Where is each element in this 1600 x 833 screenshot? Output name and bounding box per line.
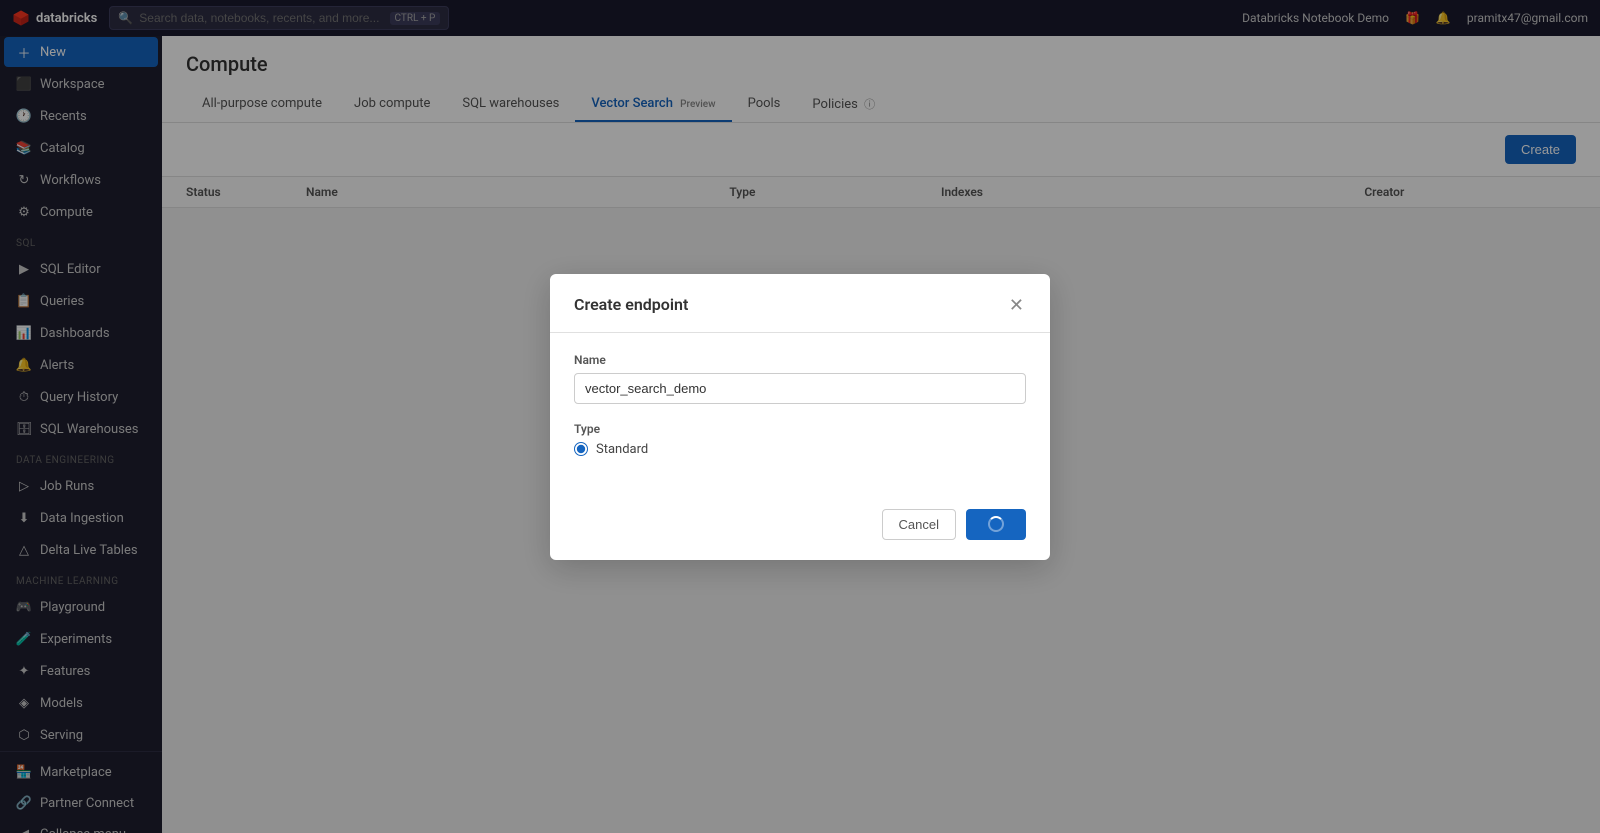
create-endpoint-modal: Create endpoint ✕ Name Type Standard Can… bbox=[550, 274, 1050, 560]
cancel-button[interactable]: Cancel bbox=[882, 509, 956, 540]
modal-body: Name Type Standard bbox=[550, 333, 1050, 495]
modal-header: Create endpoint ✕ bbox=[550, 274, 1050, 333]
modal-close-button[interactable]: ✕ bbox=[1007, 294, 1026, 316]
radio-standard[interactable] bbox=[574, 442, 588, 456]
modal-overlay[interactable]: Create endpoint ✕ Name Type Standard Can… bbox=[0, 0, 1600, 833]
modal-footer: Cancel bbox=[550, 495, 1050, 560]
submit-spinner bbox=[988, 516, 1004, 532]
name-label: Name bbox=[574, 353, 1026, 367]
radio-standard-label: Standard bbox=[596, 442, 648, 457]
radio-item-standard: Standard bbox=[574, 442, 1026, 457]
submit-button[interactable] bbox=[966, 509, 1026, 540]
type-radio-group: Standard bbox=[574, 442, 1026, 457]
type-form-group: Type Standard bbox=[574, 422, 1026, 457]
type-label: Type bbox=[574, 422, 1026, 436]
name-input[interactable] bbox=[574, 373, 1026, 404]
name-form-group: Name bbox=[574, 353, 1026, 404]
modal-title: Create endpoint bbox=[574, 295, 688, 314]
